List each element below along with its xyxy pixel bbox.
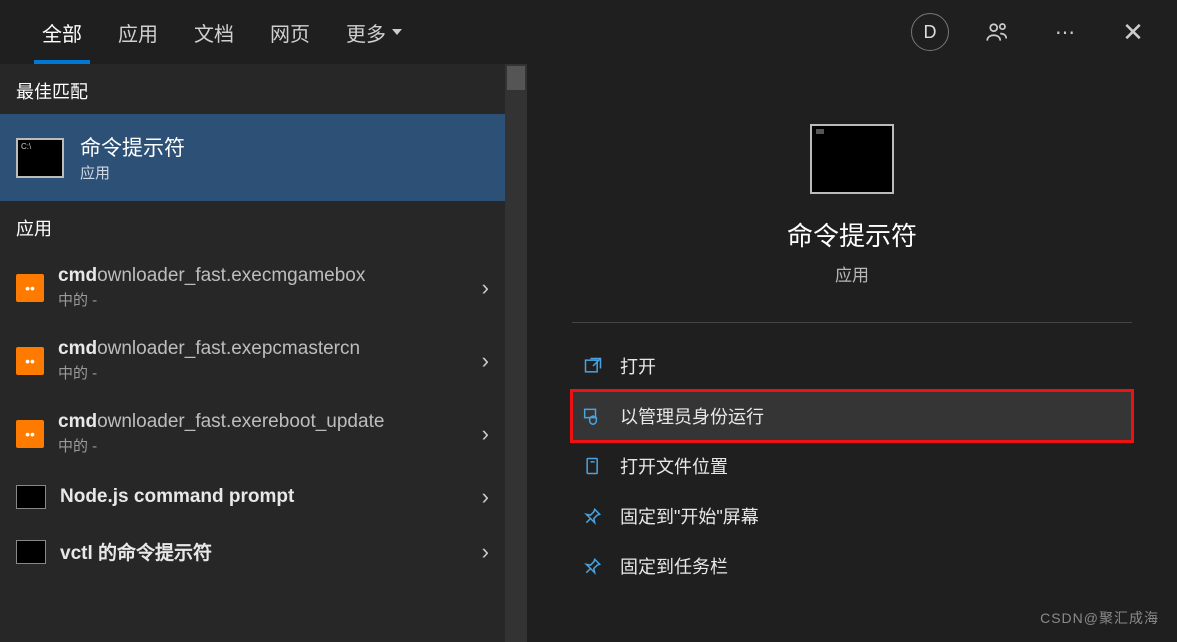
result-list: •• cmdownloader_fast.execmgamebox中的 - › •• c… bbox=[0, 251, 505, 642]
action-label: 以管理员身份运行 bbox=[620, 403, 764, 429]
action-folder[interactable]: 打开文件位置 bbox=[572, 441, 1132, 491]
divider bbox=[572, 322, 1132, 323]
action-label: 固定到任务栏 bbox=[620, 553, 728, 579]
top-right-controls: D ⋯ ✕ bbox=[911, 12, 1153, 52]
action-pin[interactable]: 固定到任务栏 bbox=[572, 541, 1132, 591]
pin-icon bbox=[582, 505, 604, 527]
list-item[interactable]: Node.js command prompt › bbox=[0, 470, 505, 524]
tab-apps[interactable]: 应用 bbox=[100, 0, 176, 64]
chevron-right-icon: › bbox=[482, 348, 489, 374]
pin-icon bbox=[582, 555, 604, 577]
preview-title: 命令提示符 bbox=[787, 216, 917, 253]
best-match-item[interactable]: 命令提示符 应用 bbox=[0, 114, 505, 201]
filter-tabs: 全部 应用 文档 网页 更多 bbox=[24, 0, 420, 64]
app-icon: •• bbox=[16, 347, 44, 375]
preview-app-icon bbox=[810, 124, 894, 194]
cmd-icon bbox=[16, 485, 46, 509]
action-label: 固定到"开始"屏幕 bbox=[620, 503, 759, 529]
best-match-header: 最佳匹配 bbox=[0, 64, 505, 114]
close-icon[interactable]: ✕ bbox=[1113, 12, 1153, 52]
scrollbar-thumb[interactable] bbox=[507, 66, 525, 90]
list-item[interactable]: •• cmdownloader_fast.exepcmastercn中的 - › bbox=[0, 324, 505, 397]
tab-web[interactable]: 网页 bbox=[252, 0, 328, 64]
preview-panel: 命令提示符 应用 打开以管理员身份运行打开文件位置固定到"开始"屏幕固定到任务栏 bbox=[527, 64, 1177, 642]
chevron-right-icon: › bbox=[482, 421, 489, 447]
action-pin[interactable]: 固定到"开始"屏幕 bbox=[572, 491, 1132, 541]
tab-all[interactable]: 全部 bbox=[24, 0, 100, 64]
chevron-right-icon: › bbox=[482, 484, 489, 510]
action-admin[interactable]: 以管理员身份运行 bbox=[572, 391, 1132, 441]
watermark: CSDN@聚汇成海 bbox=[1040, 608, 1159, 628]
admin-icon bbox=[582, 405, 604, 427]
action-label: 打开 bbox=[620, 353, 656, 379]
action-list: 打开以管理员身份运行打开文件位置固定到"开始"屏幕固定到任务栏 bbox=[572, 341, 1132, 591]
chevron-right-icon: › bbox=[482, 275, 489, 301]
people-icon[interactable] bbox=[977, 12, 1017, 52]
apps-header: 应用 bbox=[0, 201, 505, 251]
folder-icon bbox=[582, 455, 604, 477]
cmd-icon bbox=[16, 138, 64, 178]
list-item-label: cmdownloader_fast.exepcmastercn中的 - bbox=[58, 338, 468, 383]
list-item-label: cmdownloader_fast.execmgamebox中的 - bbox=[58, 265, 468, 310]
cmd-icon bbox=[16, 540, 46, 564]
tab-docs[interactable]: 文档 bbox=[176, 0, 252, 64]
list-item-label: vctl 的命令提示符 bbox=[60, 538, 468, 565]
best-match-subtitle: 应用 bbox=[80, 162, 185, 183]
app-icon: •• bbox=[16, 274, 44, 302]
list-item[interactable]: vctl 的命令提示符 › bbox=[0, 524, 505, 579]
list-item[interactable]: •• cmdownloader_fast.execmgamebox中的 - › bbox=[0, 251, 505, 324]
top-bar: 全部 应用 文档 网页 更多 D ⋯ ✕ bbox=[0, 0, 1177, 64]
user-avatar[interactable]: D bbox=[911, 13, 949, 51]
results-panel: 最佳匹配 命令提示符 应用 应用 •• cmdownloader_fast.exe… bbox=[0, 64, 505, 642]
tab-more-label: 更多 bbox=[346, 18, 386, 47]
list-item-label: cmdownloader_fast.exereboot_update中的 - bbox=[58, 411, 468, 456]
preview-subtitle: 应用 bbox=[835, 261, 869, 286]
list-item[interactable]: •• cmdownloader_fast.exereboot_update中的 -… bbox=[0, 397, 505, 470]
chevron-down-icon bbox=[392, 29, 402, 35]
chevron-right-icon: › bbox=[482, 539, 489, 565]
tab-more[interactable]: 更多 bbox=[328, 0, 420, 64]
scrollbar[interactable] bbox=[505, 64, 527, 642]
action-open[interactable]: 打开 bbox=[572, 341, 1132, 391]
more-options-icon[interactable]: ⋯ bbox=[1045, 12, 1085, 52]
app-icon: •• bbox=[16, 420, 44, 448]
open-icon bbox=[582, 355, 604, 377]
best-match-title: 命令提示符 bbox=[80, 132, 185, 162]
action-label: 打开文件位置 bbox=[620, 453, 728, 479]
list-item-label: Node.js command prompt bbox=[60, 486, 468, 508]
